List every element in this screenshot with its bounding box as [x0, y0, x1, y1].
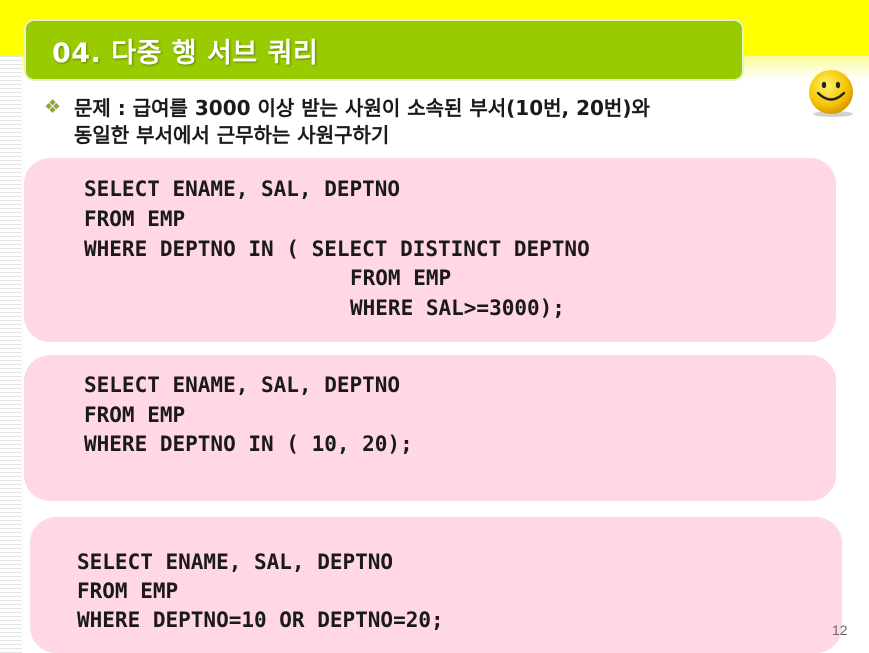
page-number: 12	[832, 622, 848, 638]
code-line: SELECT ENAME, SAL, DEPTNO	[84, 177, 401, 201]
diamond-bullet-icon: ❖	[44, 96, 62, 118]
code-line: WHERE DEPTNO=10 OR DEPTNO=20;	[77, 608, 444, 632]
code-line: SELECT ENAME, SAL, DEPTNO	[84, 373, 401, 397]
title-banner: 04. 다중 행 서브 쿼리	[24, 19, 744, 81]
code-box-subquery: SELECT ENAME, SAL, DEPTNO FROM EMP WHERE…	[24, 158, 836, 342]
code-line: SELECT ENAME, SAL, DEPTNO	[77, 550, 394, 574]
code-box-in-list: SELECT ENAME, SAL, DEPTNO FROM EMP WHERE…	[24, 355, 836, 501]
slide-title: 04. 다중 행 서브 쿼리	[52, 37, 319, 69]
question-text: 문제 : 급여를 3000 이상 받는 사원이 소속된 부서(10번, 20번)…	[74, 95, 814, 149]
question-line-1: 문제 : 급여를 3000 이상 받는 사원이 소속된 부서(10번, 20번)…	[74, 96, 650, 120]
code-line: FROM EMP	[84, 403, 186, 427]
code-line: WHERE SAL>=3000);	[350, 296, 565, 320]
code-line: WHERE DEPTNO IN ( 10, 20);	[84, 432, 413, 456]
code-line: FROM EMP	[77, 579, 179, 603]
left-stripe-decoration	[0, 56, 22, 653]
code-box-or-condition: SELECT ENAME, SAL, DEPTNO FROM EMP WHERE…	[30, 517, 842, 653]
code-line: FROM EMP	[350, 266, 452, 290]
code-line: WHERE DEPTNO IN ( SELECT DISTINCT DEPTNO	[84, 237, 590, 261]
question-block: ❖ 문제 : 급여를 3000 이상 받는 사원이 소속된 부서(10번, 20…	[44, 95, 824, 149]
question-line-2: 동일한 부서에서 근무하는 사원구하기	[74, 123, 390, 147]
code-line: FROM EMP	[84, 207, 186, 231]
